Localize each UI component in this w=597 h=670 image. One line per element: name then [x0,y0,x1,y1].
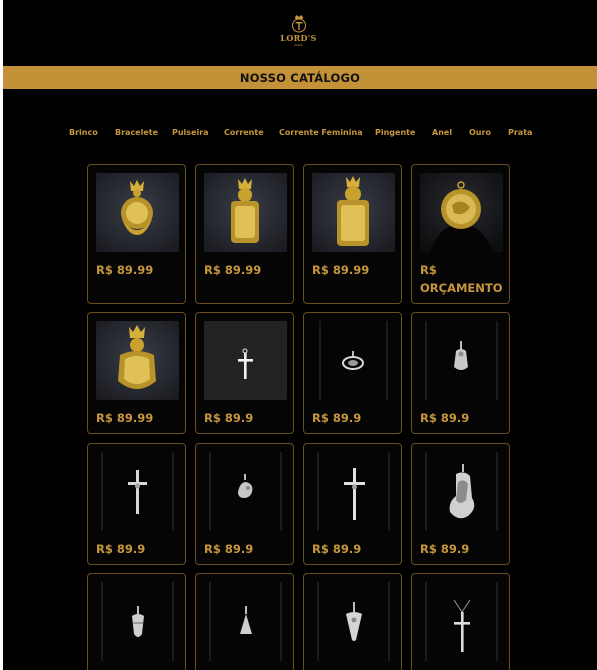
price-value: ORÇAMENTO [420,281,503,295]
price-value: R$ 89.9 [420,411,470,425]
silver-crucifix-pendant-icon [312,452,395,531]
price-value: R$ 89.9 [204,411,254,425]
silver-saint-pendant-icon [420,452,503,531]
logo-subtext: JOIAS [294,43,303,47]
brand-logo[interactable]: LORD'S JOIAS [280,14,316,66]
product-card[interactable]: R$ 89.9 [303,312,402,434]
product-card[interactable]: R$ 89.9 [411,443,510,565]
product-price: R$ 89.99 [312,261,369,279]
product-card[interactable]: R$ 89.9 [87,443,186,565]
product-price: R$ 89.9 [204,409,253,427]
product-price: R$ 89.99 [96,261,153,279]
product-card[interactable]: R$ 89.9 [195,312,294,434]
gold-crown-plaque-pendant-icon [204,173,287,252]
price-value: R$ 89.99 [96,263,154,277]
product-price: R$ 89.9 [420,540,469,558]
product-price: R$ 89.99 [96,409,153,427]
header: LORD'S JOIAS [0,0,597,66]
category-prata[interactable]: Prata [508,128,532,137]
price-value: R$ [420,263,437,277]
catalog-page: LORD'S JOIAS NOSSO CATÁLOGO Brinco Brace… [0,0,597,670]
price-value: R$ 89.9 [420,542,470,556]
product-price: R$ ORÇAMENTO [420,261,503,297]
product-image[interactable] [312,321,395,400]
product-card[interactable] [303,573,402,670]
product-card[interactable] [411,573,510,670]
product-image[interactable] [312,452,395,531]
category-ouro[interactable]: Ouro [469,128,491,137]
silver-figure-pendant-icon [420,321,503,400]
product-price: R$ 89.99 [204,261,261,279]
product-image[interactable] [312,582,395,661]
silver-figure-pendant-icon [96,582,179,661]
product-image[interactable] [96,321,179,400]
page-title: NOSSO CATÁLOGO [239,70,361,85]
product-card[interactable]: R$ 89.9 [195,443,294,565]
price-value: R$ 89.9 [96,542,146,556]
product-price: R$ 89.9 [312,540,361,558]
category-corrente[interactable]: Corrente [224,128,264,137]
category-pingente[interactable]: Pingente [375,128,415,137]
price-value: R$ 89.99 [312,263,370,277]
product-price: R$ 89.9 [204,540,253,558]
category-bracelete[interactable]: Bracelete [115,128,158,137]
product-image[interactable] [96,452,179,531]
price-value: R$ 89.99 [96,411,154,425]
product-image[interactable] [420,582,503,661]
price-value: R$ 89.9 [312,542,362,556]
category-nav: Brinco Bracelete Pulseira Corrente Corre… [0,128,597,142]
silver-figure-pendant-icon [312,582,395,661]
product-card[interactable]: R$ 89.99 [87,164,186,304]
product-image[interactable] [420,173,503,252]
silver-crucifix-pendant-icon [420,582,503,661]
gold-round-medallion-pendant-icon [420,173,503,252]
product-image[interactable] [204,173,287,252]
catalog-banner: NOSSO CATÁLOGO [3,66,597,89]
crown-t-logo-icon [291,15,306,33]
product-image[interactable] [96,173,179,252]
product-card[interactable] [87,573,186,670]
product-image[interactable] [96,582,179,661]
gold-crown-medallion-pendant-icon [96,173,179,252]
category-pulseira[interactable]: Pulseira [172,128,209,137]
price-value: R$ 89.9 [312,411,362,425]
silver-figure-pendant-icon [204,582,287,661]
silver-hand-pendant-icon [204,452,287,531]
gold-crown-medallion-pendant-icon [96,321,179,400]
silver-oval-pendant-icon [312,321,395,400]
product-image[interactable] [204,321,287,400]
product-image[interactable] [420,321,503,400]
product-card[interactable]: R$ 89.99 [195,164,294,304]
product-image[interactable] [420,452,503,531]
silver-crucifix-pendant-icon [96,452,179,531]
silver-cross-pendant-icon [204,321,287,400]
product-price: R$ 89.9 [96,540,145,558]
product-image[interactable] [204,582,287,661]
product-card[interactable]: R$ 89.99 [303,164,402,304]
product-card[interactable]: R$ 89.9 [303,443,402,565]
product-card[interactable]: R$ 89.99 [87,312,186,434]
category-corrente-feminina[interactable]: Corrente Feminina [279,128,363,137]
product-price: R$ 89.9 [312,409,361,427]
product-card[interactable]: R$ ORÇAMENTO [411,164,510,304]
product-card[interactable] [195,573,294,670]
category-anel[interactable]: Anel [432,128,452,137]
product-image[interactable] [204,452,287,531]
product-card[interactable]: R$ 89.9 [411,312,510,434]
price-value: R$ 89.9 [204,542,254,556]
product-image[interactable] [312,173,395,252]
product-price: R$ 89.9 [420,409,469,427]
logo-text: LORD'S [280,33,317,43]
category-brinco[interactable]: Brinco [69,128,98,137]
gold-crown-plaque-pendant-icon [312,173,395,252]
window-edge [0,0,3,670]
price-value: R$ 89.99 [204,263,262,277]
